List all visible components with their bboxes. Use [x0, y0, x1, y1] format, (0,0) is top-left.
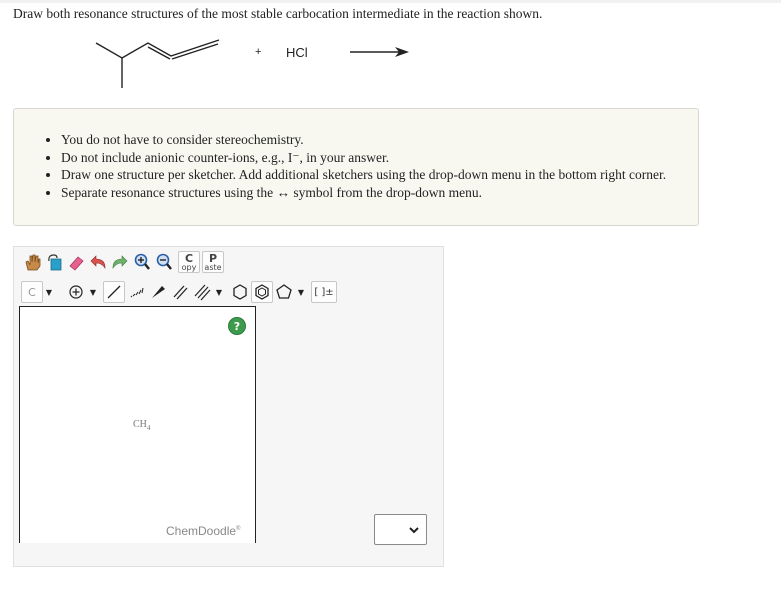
eraser-tool-button[interactable] — [65, 251, 87, 273]
sketcher-canvas[interactable]: ? CH4 ChemDoodle® — [19, 306, 256, 543]
copy-button[interactable]: Copy — [178, 251, 200, 273]
hand-icon — [25, 254, 41, 271]
zoom-out-icon — [156, 253, 172, 270]
chevron-down-icon — [409, 527, 419, 534]
reaction-scheme: + HCl — [0, 28, 781, 98]
reaction-structure-svg: + HCl — [95, 39, 409, 88]
add-sketcher-dropdown[interactable] — [374, 514, 427, 545]
diene-skeletal-structure — [95, 39, 220, 88]
double-bond-icon — [173, 285, 188, 300]
charge-button[interactable] — [65, 281, 87, 303]
benzene-ring-icon — [233, 284, 247, 300]
hashed-bond-icon — [130, 287, 144, 298]
watermark-text: ChemDoodle — [166, 524, 237, 538]
ring-dropdown-caret[interactable]: ▼ — [295, 281, 307, 303]
cyclohexane-ring-button[interactable] — [251, 281, 273, 303]
lasso-tool-button[interactable] — [43, 251, 65, 273]
help-icon[interactable]: ? — [228, 317, 246, 335]
zoom-in-button[interactable] — [131, 251, 153, 273]
single-bond-button[interactable] — [103, 281, 125, 303]
question-text: Draw both resonance structures of the mo… — [13, 6, 543, 21]
hashed-bond-button[interactable] — [125, 281, 147, 303]
watermark-registered-mark: ® — [236, 526, 241, 532]
wedge-bond-button[interactable] — [147, 281, 169, 303]
redo-icon — [112, 255, 128, 270]
double-bond-button[interactable] — [169, 281, 191, 303]
bond-dropdown-caret[interactable]: ▼ — [213, 281, 225, 303]
instruction-item: Do not include anionic counter-ions, e.g… — [61, 149, 698, 167]
single-bond-icon — [107, 285, 121, 299]
top-border — [0, 0, 781, 3]
reagent-label: HCl — [286, 45, 308, 60]
triple-bond-button[interactable] — [191, 281, 213, 303]
copy-label: opy — [181, 262, 197, 272]
toolbar-row-1: Copy Paste — [21, 250, 224, 274]
paste-button[interactable]: Paste — [202, 251, 224, 273]
element-button[interactable]: C — [21, 281, 43, 303]
hand-tool-button[interactable] — [21, 251, 43, 273]
redo-button[interactable] — [109, 251, 131, 273]
plus-sign: + — [255, 46, 261, 58]
instructions-box: You do not have to consider stereochemis… — [13, 108, 699, 226]
bracket-charge-button[interactable]: [ ]± — [311, 281, 337, 303]
instruction-item: Separate resonance structures using the … — [61, 184, 698, 202]
benzene-ring-button[interactable] — [229, 281, 251, 303]
instructions-list: You do not have to consider stereochemis… — [14, 109, 698, 201]
methane-label-subscript: 4 — [146, 424, 151, 432]
charge-dropdown-caret[interactable]: ▼ — [87, 281, 99, 303]
methane-label: CH4 — [133, 419, 150, 432]
cyclopentane-ring-button[interactable] — [273, 281, 295, 303]
toolbar-row-2: C ▼ ▼ ▼ ▼ []± — [21, 280, 337, 304]
eraser-icon — [69, 256, 84, 271]
cyclohexane-ring-icon — [255, 284, 269, 300]
instruction-item: Draw one structure per sketcher. Add add… — [61, 166, 698, 184]
undo-button[interactable] — [87, 251, 109, 273]
triple-bond-icon — [194, 284, 211, 301]
zoom-out-button[interactable] — [153, 251, 175, 273]
instruction-item: You do not have to consider stereochemis… — [61, 131, 698, 149]
cyclopentane-ring-icon — [276, 284, 292, 299]
zoom-in-icon — [134, 253, 150, 270]
reaction-arrow — [350, 47, 409, 57]
chemdoodle-watermark: ChemDoodle® — [166, 524, 240, 538]
paste-label: aste — [204, 262, 222, 272]
lasso-icon — [48, 254, 62, 271]
element-dropdown-caret[interactable]: ▼ — [43, 281, 55, 303]
undo-icon — [90, 255, 106, 270]
methane-label-text: CH — [133, 419, 147, 430]
charge-plus-icon — [69, 285, 83, 299]
wedge-bond-icon — [152, 286, 165, 298]
